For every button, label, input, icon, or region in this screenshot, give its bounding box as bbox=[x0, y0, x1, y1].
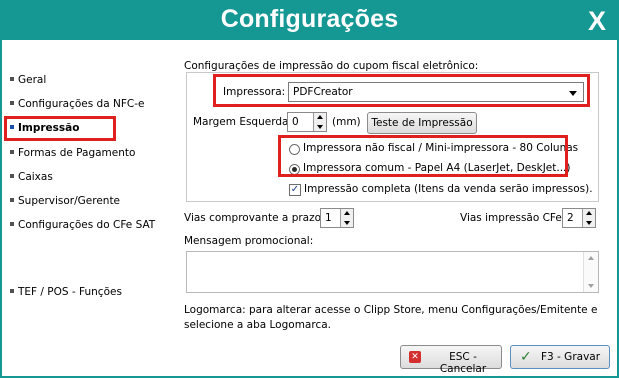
sidebar-item-caixas[interactable]: Caixas bbox=[10, 171, 53, 189]
credit-copies-value: 1 bbox=[325, 212, 332, 224]
promo-label: Mensagem promocional: bbox=[184, 235, 314, 247]
title-bar: Configurações X bbox=[2, 2, 617, 40]
stepper-up-icon[interactable] bbox=[344, 211, 350, 215]
cfe-copies-label: Vias impressão CFe: bbox=[460, 212, 566, 224]
stepper-buttons[interactable] bbox=[582, 209, 595, 227]
close-button[interactable]: X bbox=[578, 4, 616, 38]
margin-unit: (mm) bbox=[332, 116, 361, 128]
margin-label: Margem Esquerda: bbox=[193, 116, 292, 128]
scroll-down-icon[interactable] bbox=[588, 284, 594, 288]
sidebar-item-label: Configurações do CFe SAT bbox=[18, 219, 156, 231]
sidebar-item-label: Caixas bbox=[18, 171, 53, 183]
bullet-icon bbox=[10, 198, 14, 202]
config-window: Configurações X Geral Configurações da N… bbox=[0, 0, 619, 378]
sidebar-item-supervisor[interactable]: Supervisor/Gerente bbox=[10, 195, 120, 213]
sidebar-item-nfce[interactable]: Configurações da NFC-e bbox=[10, 98, 144, 116]
bullet-icon bbox=[10, 101, 14, 105]
promo-scrollbar[interactable] bbox=[583, 252, 598, 292]
sidebar-item-pagamento[interactable]: Formas de Pagamento bbox=[10, 147, 135, 165]
bullet-icon bbox=[10, 150, 14, 154]
close-icon[interactable]: X bbox=[588, 6, 606, 36]
bullet-icon bbox=[10, 222, 14, 226]
cancel-icon: ✕ bbox=[409, 351, 421, 363]
save-label: F3 - Gravar bbox=[541, 351, 601, 363]
highlight-printer-type bbox=[278, 135, 568, 177]
promo-textarea[interactable] bbox=[186, 251, 599, 293]
stepper-buttons[interactable] bbox=[340, 209, 353, 227]
sidebar-item-label: TEF / POS - Funções bbox=[18, 286, 122, 298]
logo-note-line2: selecione a aba Logomarca. bbox=[184, 319, 331, 331]
sidebar-item-label: Configurações da NFC-e bbox=[18, 98, 145, 110]
sidebar-item-label: Supervisor/Gerente bbox=[18, 195, 121, 207]
credit-copies-stepper[interactable]: 1 bbox=[320, 208, 354, 228]
cfe-copies-value: 2 bbox=[567, 212, 574, 224]
stepper-down-icon[interactable] bbox=[344, 221, 350, 225]
stepper-up-icon[interactable] bbox=[317, 115, 323, 119]
bullet-icon bbox=[10, 174, 14, 178]
complete-print-label[interactable]: Impressão completa (Itens da venda serão… bbox=[304, 183, 593, 195]
complete-print-checkbox[interactable]: ✓ bbox=[289, 184, 301, 196]
sidebar-item-cfe-sat[interactable]: Configurações do CFe SAT bbox=[10, 219, 155, 237]
cfe-copies-stepper[interactable]: 2 bbox=[562, 208, 596, 228]
sidebar-item-label: Formas de Pagamento bbox=[18, 147, 136, 159]
scroll-up-icon[interactable] bbox=[588, 256, 594, 260]
bullet-icon bbox=[10, 77, 14, 81]
cancel-button[interactable]: ✕ ESC - Cancelar bbox=[400, 345, 502, 375]
highlight-printer bbox=[213, 74, 590, 107]
sidebar-item-label: Geral bbox=[18, 74, 47, 86]
stepper-up-icon[interactable] bbox=[586, 211, 592, 215]
stepper-down-icon[interactable] bbox=[586, 221, 592, 225]
window-title: Configurações bbox=[220, 5, 399, 33]
save-button[interactable]: ✓ F3 - Gravar bbox=[510, 345, 610, 369]
highlight-impressao bbox=[4, 116, 116, 141]
margin-stepper[interactable]: 0 bbox=[287, 112, 327, 132]
sidebar-item-tef-pos[interactable]: TEF / POS - Funções bbox=[10, 286, 122, 304]
print-section-title: Configurações de impressão do cupom fisc… bbox=[184, 60, 479, 72]
checkmark-icon: ✓ bbox=[520, 349, 532, 365]
bullet-icon bbox=[10, 289, 14, 293]
stepper-down-icon[interactable] bbox=[317, 125, 323, 129]
sidebar-item-geral[interactable]: Geral bbox=[10, 74, 46, 92]
cancel-label: ESC - Cancelar bbox=[439, 351, 487, 375]
margin-value: 0 bbox=[292, 116, 299, 128]
checkmark-icon: ✓ bbox=[290, 184, 300, 195]
logo-note-line1: Logomarca: para alterar acesse o Clipp S… bbox=[184, 304, 598, 316]
stepper-buttons[interactable] bbox=[313, 113, 326, 131]
credit-copies-label: Vias comprovante a prazo: bbox=[184, 212, 325, 224]
test-print-button[interactable]: Teste de Impressão bbox=[367, 112, 477, 134]
